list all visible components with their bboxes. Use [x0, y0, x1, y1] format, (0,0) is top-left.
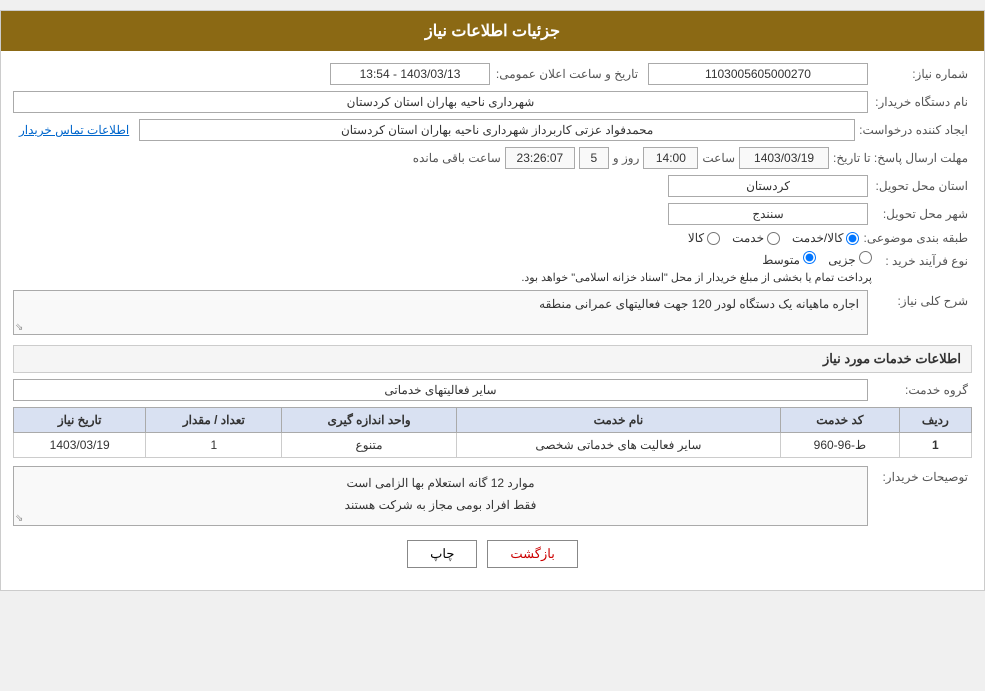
goroh-value: سایر فعالیتهای خدماتی [13, 379, 868, 401]
mohlat-link[interactable]: اطلاعات تماس خریدار [13, 123, 135, 137]
services-table: ردیف کد خدمت نام خدمت واحد اندازه گیری ت… [13, 407, 972, 458]
tawzihat-line1: موارد 12 گانه استعلام بها الزامی است [22, 473, 859, 495]
page-title: جزئیات اطلاعات نیاز [1, 11, 984, 51]
now-jozi[interactable]: جزیی [828, 251, 872, 267]
mohlat-saat-label: ساعت [702, 151, 735, 165]
services-title: اطلاعات خدمات مورد نیاز [13, 345, 972, 373]
mohlat-saat: 14:00 [643, 147, 698, 169]
ijad-label: ایجاد کننده درخواست: [859, 123, 972, 137]
mohlat-label: مهلت ارسال پاسخ: تا تاریخ: [833, 151, 972, 165]
print-button[interactable]: چاپ [407, 540, 477, 568]
mohlat-rooz: 5 [579, 147, 609, 169]
now-radio-group: جزیی متوسط [13, 251, 872, 267]
back-button[interactable]: بازگشت [487, 540, 577, 568]
resize-icon-2: ⇘ [15, 513, 23, 524]
col-tarikh: تاریخ نیاز [14, 408, 146, 433]
tawzihat-box: موارد 12 گانه استعلام بها الزامی است فقط… [13, 466, 868, 526]
nam-label: نام دستگاه خریدار: [872, 95, 972, 109]
tabaqeh-kala[interactable]: کالا [688, 231, 720, 245]
cell-tedad: 1 [146, 433, 282, 458]
shahr-label: شهر محل تحویل: [872, 207, 972, 221]
tabaqeh-khidmat[interactable]: خدمت [732, 231, 780, 245]
col-vahed: واحد اندازه گیری [282, 408, 456, 433]
mohlat-baqi-label: ساعت باقی مانده [413, 151, 501, 165]
mohlat-rooz-label: روز و [613, 151, 640, 165]
mohlat-baqi: 23:26:07 [505, 147, 575, 169]
tarikh-label: تاریخ و ساعت اعلان عمومی: [494, 67, 644, 81]
col-radif: ردیف [899, 408, 971, 433]
shomare-niaz-label: شماره نیاز: [872, 67, 972, 81]
cell-kod: ط-96-960 [781, 433, 900, 458]
resize-icon: ⇘ [15, 322, 23, 333]
buttons-row: بازگشت چاپ [13, 540, 972, 578]
tawzihat-line2: فقط افراد بومی مجاز به شرکت هستند [22, 495, 859, 517]
cell-tarikh: 1403/03/19 [14, 433, 146, 458]
now-note: پرداخت تمام یا بخشی از مبلغ خریدار از مح… [13, 271, 872, 284]
sharh-value: اجاره ماهیانه یک دستگاه لودر 120 جهت فعا… [13, 290, 868, 335]
shomare-niaz-value: 1103005605000270 [648, 63, 868, 85]
now-label: نوع فرآیند خرید : [872, 251, 972, 268]
ijad-value: محمدفواد عزتی کاربرداز شهرداری ناحیه بها… [139, 119, 855, 141]
goroh-label: گروه خدمت: [872, 383, 972, 397]
sharh-label: شرح کلی نیاز: [872, 290, 972, 308]
shahr-value: سنندج [668, 203, 868, 225]
col-nam: نام خدمت [456, 408, 780, 433]
cell-nam: سایر فعالیت های خدماتی شخصی [456, 433, 780, 458]
col-tedad: تعداد / مقدار [146, 408, 282, 433]
now-motavasset[interactable]: متوسط [762, 251, 816, 267]
table-row: 1 ط-96-960 سایر فعالیت های خدماتی شخصی م… [14, 433, 972, 458]
cell-radif: 1 [899, 433, 971, 458]
cell-vahed: متنوع [282, 433, 456, 458]
ostan-value: کردستان [668, 175, 868, 197]
nam-value: شهرداری ناحیه بهاران استان کردستان [13, 91, 868, 113]
col-kod: کد خدمت [781, 408, 900, 433]
tarikh-value: 1403/03/13 - 13:54 [330, 63, 490, 85]
mohlat-date: 1403/03/19 [739, 147, 829, 169]
tabaqeh-radio-group: کالا/خدمت خدمت کالا [688, 231, 860, 245]
ostan-label: استان محل تحویل: [872, 179, 972, 193]
tabaqeh-kala-khidmat[interactable]: کالا/خدمت [792, 231, 859, 245]
tabaqeh-label: طبقه بندی موضوعی: [863, 231, 972, 245]
tawzihat-label: توصیحات خریدار: [872, 466, 972, 484]
